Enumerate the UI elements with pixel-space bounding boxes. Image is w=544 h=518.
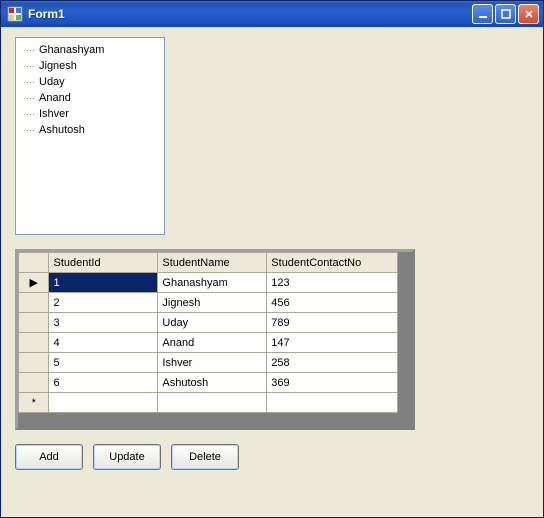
tree-item-label: Uday: [39, 76, 65, 88]
tree-item[interactable]: ⋯Jignesh: [18, 58, 162, 74]
cell-studentid[interactable]: 4: [49, 333, 158, 353]
titlebar[interactable]: Form1: [1, 1, 543, 27]
delete-button[interactable]: Delete: [171, 444, 239, 470]
cell-studentname[interactable]: Ghanashyam: [158, 273, 267, 293]
cell-studentname[interactable]: Jignesh: [158, 293, 267, 313]
minimize-button[interactable]: [472, 4, 493, 24]
tree-item-label: Ghanashyam: [39, 44, 104, 56]
update-button[interactable]: Update: [93, 444, 161, 470]
cell-empty[interactable]: [49, 393, 158, 413]
table-row[interactable]: 4 Anand 147: [19, 333, 398, 353]
datagrid[interactable]: StudentId StudentName StudentContactNo ▶…: [18, 252, 398, 413]
tree-item-label: Jignesh: [39, 60, 77, 72]
tree-item-label: Ishver: [39, 108, 69, 120]
cell-studentname[interactable]: Ashutosh: [158, 373, 267, 393]
cell-empty[interactable]: [158, 393, 267, 413]
new-row[interactable]: *: [19, 393, 398, 413]
tree-branch-icon: ⋯: [22, 93, 36, 104]
cell-contact[interactable]: 369: [267, 373, 398, 393]
tree-item[interactable]: ⋯Uday: [18, 74, 162, 90]
cell-contact[interactable]: 123: [267, 273, 398, 293]
tree-branch-icon: ⋯: [22, 45, 36, 56]
column-header[interactable]: StudentId: [49, 253, 158, 273]
tree-item[interactable]: ⋯Anand: [18, 90, 162, 106]
row-header-current[interactable]: ▶: [19, 273, 49, 293]
cell-contact[interactable]: 147: [267, 333, 398, 353]
table-row[interactable]: 3 Uday 789: [19, 313, 398, 333]
add-button[interactable]: Add: [15, 444, 83, 470]
tree-branch-icon: ⋯: [22, 77, 36, 88]
row-header[interactable]: [19, 373, 49, 393]
cell-studentname[interactable]: Uday: [158, 313, 267, 333]
window-controls: [472, 4, 539, 24]
row-header[interactable]: [19, 313, 49, 333]
cell-studentname[interactable]: Anand: [158, 333, 267, 353]
table-row[interactable]: 6 Ashutosh 369: [19, 373, 398, 393]
maximize-button[interactable]: [495, 4, 516, 24]
table-row[interactable]: 5 Ishver 258: [19, 353, 398, 373]
cell-studentid[interactable]: 2: [49, 293, 158, 313]
tree-branch-icon: ⋯: [22, 125, 36, 136]
row-header[interactable]: [19, 293, 49, 313]
cell-contact[interactable]: 789: [267, 313, 398, 333]
table-row[interactable]: 2 Jignesh 456: [19, 293, 398, 313]
close-button[interactable]: [518, 4, 539, 24]
client-area: ⋯Ghanashyam ⋯Jignesh ⋯Uday ⋯Anand ⋯Ishve…: [1, 27, 543, 517]
app-icon: [7, 6, 23, 22]
tree-item[interactable]: ⋯Ghanashyam: [18, 42, 162, 58]
cell-contact[interactable]: 258: [267, 353, 398, 373]
cell-studentid[interactable]: 3: [49, 313, 158, 333]
tree-item[interactable]: ⋯Ishver: [18, 106, 162, 122]
cell-contact[interactable]: 456: [267, 293, 398, 313]
cell-studentid[interactable]: 5: [49, 353, 158, 373]
button-row: Add Update Delete: [15, 444, 529, 470]
tree-branch-icon: ⋯: [22, 109, 36, 120]
tree-branch-icon: ⋯: [22, 61, 36, 72]
row-header[interactable]: [19, 333, 49, 353]
corner-header[interactable]: [19, 253, 49, 273]
row-header-new[interactable]: *: [19, 393, 49, 413]
column-header[interactable]: StudentContactNo: [267, 253, 398, 273]
cell-studentname[interactable]: Ishver: [158, 353, 267, 373]
window-title: Form1: [28, 7, 472, 21]
tree-item-label: Anand: [39, 92, 71, 104]
header-row: StudentId StudentName StudentContactNo: [19, 253, 398, 273]
cell-studentid[interactable]: 6: [49, 373, 158, 393]
row-header[interactable]: [19, 353, 49, 373]
table-row[interactable]: ▶ 1 Ghanashyam 123: [19, 273, 398, 293]
window-frame: Form1 ⋯Ghanashyam ⋯Jignesh ⋯Uday ⋯Anand …: [0, 0, 544, 518]
treeview[interactable]: ⋯Ghanashyam ⋯Jignesh ⋯Uday ⋯Anand ⋯Ishve…: [15, 37, 165, 235]
tree-item-label: Ashutosh: [39, 124, 85, 136]
tree-item[interactable]: ⋯Ashutosh: [18, 122, 162, 138]
cell-studentid[interactable]: 1: [49, 273, 158, 293]
datagrid-container: StudentId StudentName StudentContactNo ▶…: [15, 249, 415, 430]
column-header[interactable]: StudentName: [158, 253, 267, 273]
cell-empty[interactable]: [267, 393, 398, 413]
